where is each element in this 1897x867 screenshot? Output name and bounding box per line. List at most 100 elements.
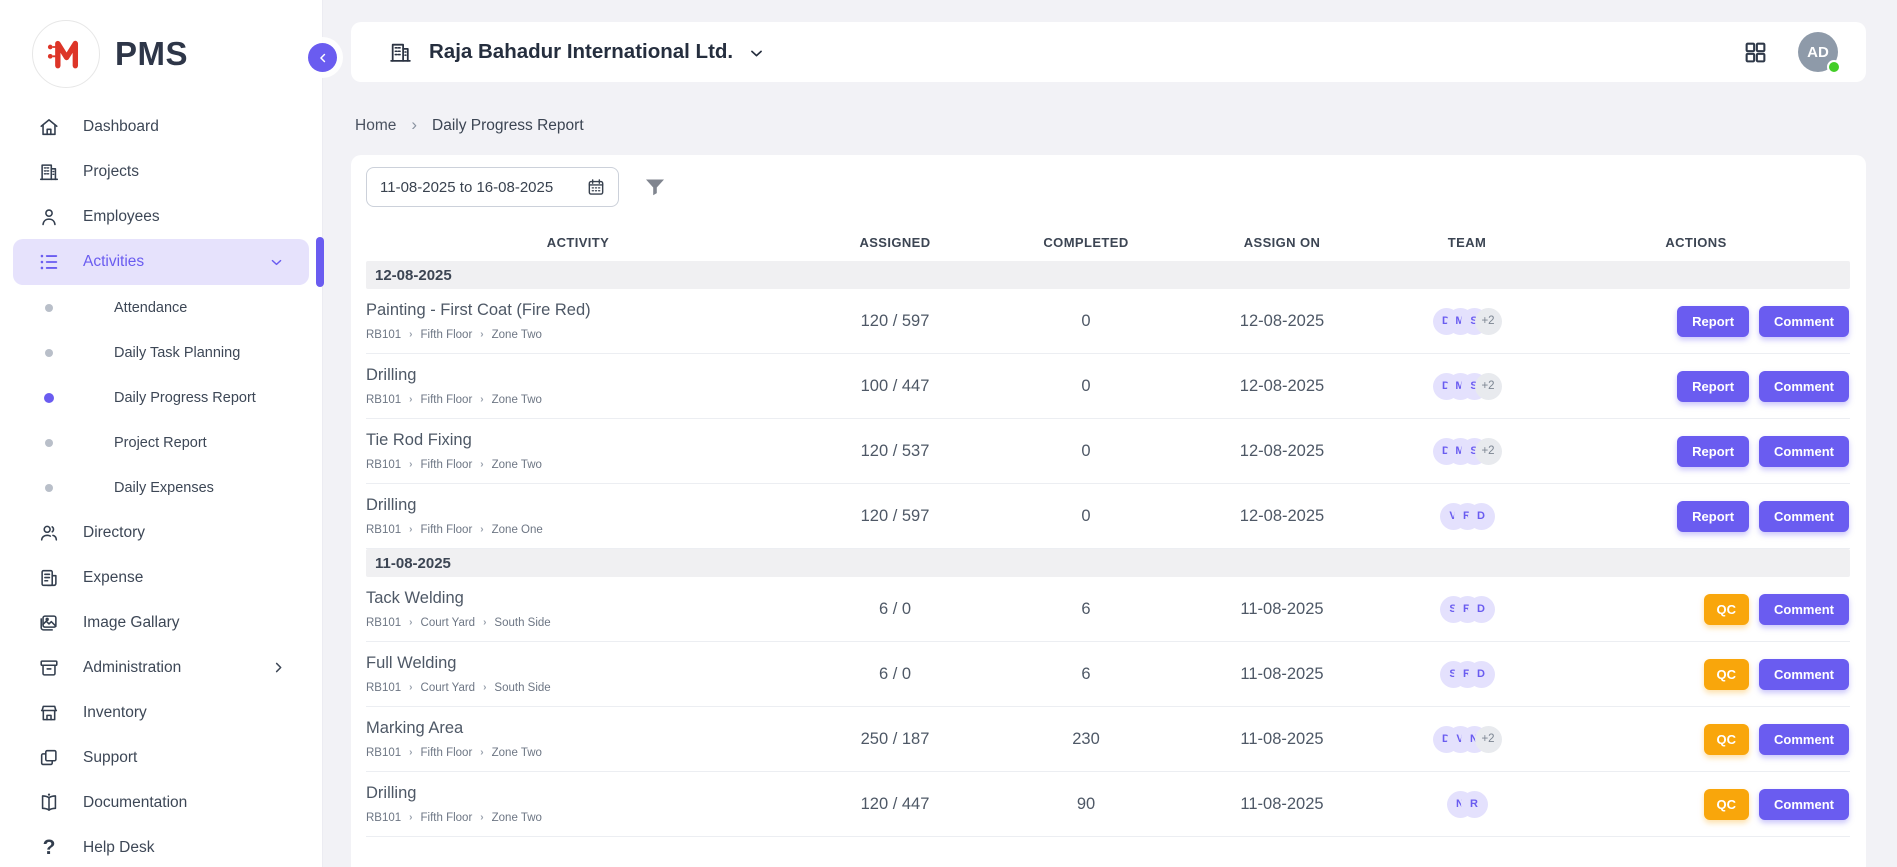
qc-button[interactable]: QC xyxy=(1704,789,1750,820)
path-segment: RB101 xyxy=(366,747,401,759)
team-cell: SRD xyxy=(1392,661,1542,688)
sidebar-item-support[interactable]: Support xyxy=(0,735,322,780)
qc-button[interactable]: QC xyxy=(1704,594,1750,625)
date-range-input[interactable]: 11-08-2025 to 16-08-2025 xyxy=(366,167,619,207)
sidebar-subitem-daily-progress-report[interactable]: Daily Progress Report xyxy=(0,375,322,420)
comment-button[interactable]: Comment xyxy=(1759,594,1849,625)
team-member-chip: D xyxy=(1468,503,1495,530)
sidebar-item-documentation[interactable]: Documentation xyxy=(0,780,322,825)
sidebar-item-label: Expense xyxy=(83,569,143,587)
team-member-chip: D xyxy=(1468,596,1495,623)
comment-button[interactable]: Comment xyxy=(1759,724,1849,755)
actions-cell: Report Comment xyxy=(1542,371,1850,402)
activity-name: Drilling xyxy=(366,366,790,385)
top-header: Raja Bahadur International Ltd. AD xyxy=(351,22,1866,82)
completed-value: 90 xyxy=(1000,795,1172,814)
sidebar-item-label: Inventory xyxy=(83,704,147,722)
path-separator-icon: › xyxy=(483,682,486,693)
qc-button[interactable]: QC xyxy=(1704,659,1750,690)
sidebar-item-label: Dashboard xyxy=(83,118,159,136)
path-separator-icon: › xyxy=(409,329,412,340)
report-button[interactable]: Report xyxy=(1677,436,1749,467)
path-separator-icon: › xyxy=(483,617,486,628)
comment-button[interactable]: Comment xyxy=(1759,659,1849,690)
sidebar-item-activities[interactable]: Activities xyxy=(13,239,309,285)
comment-button[interactable]: Comment xyxy=(1759,306,1849,337)
path-separator-icon: › xyxy=(409,682,412,693)
chevron-down-icon[interactable] xyxy=(748,45,765,62)
breadcrumb-home[interactable]: Home xyxy=(355,117,396,135)
sidebar-item-label: Activities xyxy=(83,253,144,271)
filter-funnel-icon[interactable] xyxy=(643,175,667,199)
assigned-value: 6 / 0 xyxy=(790,665,1000,684)
completed-value: 0 xyxy=(1000,507,1172,526)
activity-cell: Marking AreaRB101›Fifth Floor›Zone Two xyxy=(366,710,790,769)
comment-button[interactable]: Comment xyxy=(1759,789,1849,820)
sidebar-item-image-gallary[interactable]: Image Gallary xyxy=(0,600,322,645)
column-header-assigned: ASSIGNED xyxy=(790,235,1000,250)
chevron-right-icon xyxy=(271,660,286,675)
path-segment: RB101 xyxy=(366,329,401,341)
assigned-value: 100 / 447 xyxy=(790,377,1000,396)
company-selector[interactable]: Raja Bahadur International Ltd. xyxy=(429,40,733,64)
comment-button[interactable]: Comment xyxy=(1759,501,1849,532)
report-button[interactable]: Report xyxy=(1677,501,1749,532)
path-separator-icon: › xyxy=(409,812,412,823)
activity-name: Full Welding xyxy=(366,654,790,673)
qc-button[interactable]: QC xyxy=(1704,724,1750,755)
sidebar-item-expense[interactable]: Expense xyxy=(0,555,322,600)
sidebar-item-label: Employees xyxy=(83,208,160,226)
question-icon: ? xyxy=(38,836,60,860)
building-icon xyxy=(38,161,60,183)
sidebar-item-dashboard[interactable]: Dashboard xyxy=(0,104,322,149)
table-row: Marking AreaRB101›Fifth Floor›Zone Two25… xyxy=(366,707,1850,772)
path-segment: RB101 xyxy=(366,682,401,694)
sidebar-item-inventory[interactable]: Inventory xyxy=(0,690,322,735)
path-segment: Zone Two xyxy=(492,394,542,406)
path-separator-icon: › xyxy=(480,524,483,535)
sidebar-subitem-daily-task-planning[interactable]: Daily Task Planning xyxy=(0,330,322,375)
sidebar-item-help-desk[interactable]: ?Help Desk xyxy=(0,825,322,867)
apps-grid-icon[interactable] xyxy=(1743,40,1768,65)
sidebar-subitem-project-report[interactable]: Project Report xyxy=(0,420,322,465)
report-button[interactable]: Report xyxy=(1677,371,1749,402)
path-segment: RB101 xyxy=(366,812,401,824)
team-cell: VRD xyxy=(1392,503,1542,530)
comment-button[interactable]: Comment xyxy=(1759,436,1849,467)
path-segment: Zone Two xyxy=(492,459,542,471)
assigned-value: 120 / 447 xyxy=(790,795,1000,814)
sidebar-item-employees[interactable]: Employees xyxy=(0,194,322,239)
activity-name: Tack Welding xyxy=(366,589,790,608)
path-segment: Court Yard xyxy=(421,682,476,694)
actions-cell: QC Comment xyxy=(1542,659,1850,690)
column-header-actions: ACTIONS xyxy=(1542,235,1850,250)
date-range-value: 11-08-2025 to 16-08-2025 xyxy=(380,179,576,196)
sidebar-collapse-button[interactable] xyxy=(308,43,337,72)
path-segment: RB101 xyxy=(366,459,401,471)
calendar-icon[interactable] xyxy=(586,177,606,197)
people-icon xyxy=(38,522,60,544)
activity-cell: Tack WeldingRB101›Court Yard›South Side xyxy=(366,580,790,639)
report-button[interactable]: Report xyxy=(1677,306,1749,337)
activity-cell: DrillingRB101›Fifth Floor›Zone Two xyxy=(366,357,790,416)
main-area: Raja Bahadur International Ltd. AD Home … xyxy=(324,0,1897,867)
completed-value: 0 xyxy=(1000,377,1172,396)
sidebar-item-administration[interactable]: Administration xyxy=(0,645,322,690)
path-separator-icon: › xyxy=(480,394,483,405)
sidebar-item-label: Documentation xyxy=(83,794,187,812)
breadcrumb-current: Daily Progress Report xyxy=(432,117,584,135)
assign-on-date: 12-08-2025 xyxy=(1172,377,1392,396)
sidebar-subitem-attendance[interactable]: Attendance xyxy=(0,285,322,330)
image-icon xyxy=(38,612,60,634)
person-icon xyxy=(38,206,60,228)
user-avatar[interactable]: AD xyxy=(1798,32,1838,72)
assigned-value: 120 / 597 xyxy=(790,312,1000,331)
sidebar-item-projects[interactable]: Projects xyxy=(0,149,322,194)
assigned-value: 6 / 0 xyxy=(790,600,1000,619)
path-segment: RB101 xyxy=(366,617,401,629)
sidebar-item-directory[interactable]: Directory xyxy=(0,510,322,555)
team-more-chip: +2 xyxy=(1475,308,1502,335)
sidebar-subitem-daily-expenses[interactable]: Daily Expenses xyxy=(0,465,322,510)
path-segment: Zone One xyxy=(492,524,543,536)
comment-button[interactable]: Comment xyxy=(1759,371,1849,402)
